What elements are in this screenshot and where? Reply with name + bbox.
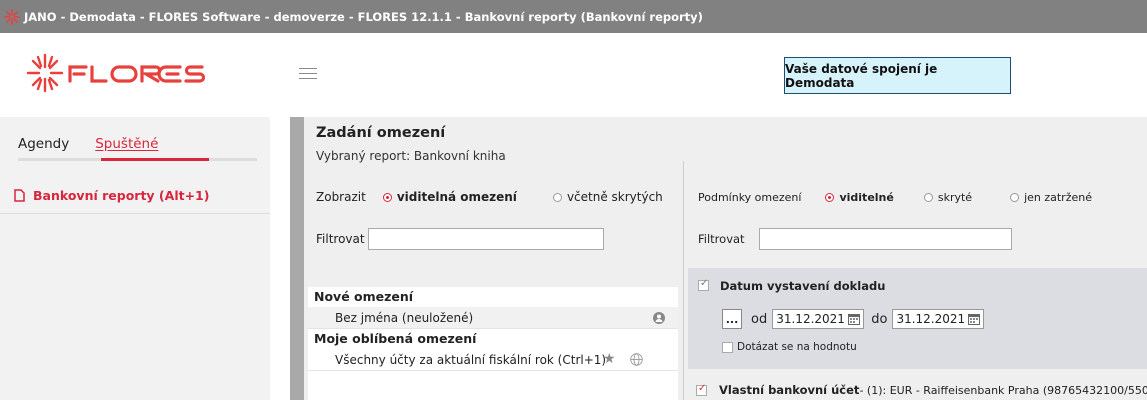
to-label: do	[871, 311, 888, 327]
list-group-header: Moje oblíbená omezení	[314, 331, 477, 346]
sidebar-item-label: Bankovní reporty (Alt+1)	[33, 187, 210, 203]
from-label: od	[751, 311, 768, 327]
menu-hamburger-icon[interactable]	[299, 67, 317, 81]
page-title: Zadání omezení	[316, 125, 446, 141]
date-to-value: 31.12.2021	[896, 312, 966, 326]
tabs-underline	[18, 158, 257, 161]
left-filter-input[interactable]	[367, 228, 604, 250]
list-item-unsaved[interactable]: Bez jména (neuložené)	[308, 307, 678, 329]
radio-hidden-label: skryté	[937, 191, 973, 204]
show-options: Zobrazit viditelná omezení včetně skrytý…	[316, 190, 663, 204]
radio-visible-conditions[interactable]: viditelné	[825, 191, 894, 204]
left-filter: Filtrovat	[316, 228, 604, 250]
radio-visible-label: viditelné	[839, 191, 894, 204]
radio-visible-restrictions[interactable]: viditelná omezení	[382, 190, 517, 204]
radio-dot-icon	[382, 192, 392, 202]
document-icon	[14, 188, 25, 202]
list-item-label: Bez jména (neuložené)	[335, 310, 474, 325]
ask-value-checkbox[interactable]	[722, 341, 733, 353]
restrictions-list: Nové omezení Bez jména (neuložené) Moje …	[308, 287, 678, 400]
radio-hidden-label: včetně skrytých	[566, 190, 663, 204]
connection-text: Vaše datové spojení je Demodata	[785, 61, 938, 90]
tab-spustene[interactable]: Spuštěné	[95, 136, 158, 152]
window-titlebar: JANO - Demodata - FLORES Software - demo…	[0, 0, 1147, 33]
radio-dot-icon	[552, 192, 562, 202]
condition-date-label: Datum vystavení dokladu	[720, 279, 886, 293]
calendar-icon[interactable]	[968, 313, 981, 325]
date-to-input[interactable]: 31.12.2021	[892, 309, 985, 329]
page-subtitle: Vybraný report: Bankovní kniha	[316, 149, 506, 163]
radio-hidden-conditions[interactable]: skryté	[923, 191, 973, 204]
list-item-favorite[interactable]: Všechny účty za aktuální fiskální rok (C…	[308, 349, 678, 371]
column-separator	[683, 161, 684, 400]
radio-dot-icon	[923, 193, 933, 202]
date-from-value: 31.12.2021	[776, 312, 845, 326]
window-title: JANO - Demodata - FLORES Software - demo…	[24, 9, 703, 24]
right-filter: Filtrovat	[698, 228, 1012, 250]
radio-dot-icon	[1010, 193, 1020, 202]
condition-bank-label: Vlastní bankovní účet	[719, 383, 860, 397]
ask-value-row[interactable]: Dotázat se na hodnotu	[722, 341, 857, 353]
connection-info-box: Vaše datové spojení je Demodata	[784, 57, 1011, 94]
show-label: Zobrazit	[316, 190, 366, 204]
condition-bank-detail: - (1): EUR - Raiffeisenbank Praha (98765…	[859, 383, 1147, 397]
filter-label: Filtrovat	[698, 232, 745, 246]
panel-splitter[interactable]	[290, 117, 304, 400]
condition-options: Podmínky omezení viditelné skryté jen za…	[698, 191, 1092, 204]
main-panel: Zadání omezení Vybraný report: Bankovní …	[304, 117, 1147, 400]
right-filter-input[interactable]	[758, 228, 1012, 250]
user-circle-icon	[653, 312, 665, 324]
flores-app-icon	[4, 8, 20, 25]
globe-icon[interactable]	[630, 353, 643, 366]
flores-logo-graphic	[26, 53, 206, 93]
sidebar-item-bankovni-reporty[interactable]: Bankovní reporty (Alt+1)	[0, 177, 270, 214]
tab-agendy[interactable]: Agendy	[18, 136, 69, 152]
star-icon[interactable]: ★	[603, 351, 616, 367]
radio-checked-label: jen zatržené	[1024, 191, 1092, 204]
panel-gap	[270, 117, 290, 400]
filter-label: Filtrovat	[316, 232, 365, 246]
date-from-input[interactable]: 31.12.2021	[772, 309, 865, 329]
flores-logo	[26, 53, 226, 93]
sidebar: Agendy Spuštěné Bankovní reporty (Alt+1)	[0, 117, 270, 400]
date-range-row: ... od 31.12.2021 do 31.12.2021	[722, 309, 985, 329]
radio-include-hidden[interactable]: včetně skrytých	[552, 190, 663, 204]
date-options-button[interactable]: ...	[722, 309, 742, 329]
radio-dot-icon	[825, 193, 835, 202]
list-item-label: Všechny účty za aktuální fiskální rok (C…	[335, 352, 607, 367]
list-group-header: Nové omezení	[314, 289, 414, 304]
condition-bank-account: Vlastní bankovní účet - (1): EUR - Raiff…	[696, 383, 1147, 397]
condition-date-issued: Datum vystavení dokladu ... od 31.12.202…	[688, 268, 1147, 369]
conditions-label: Podmínky omezení	[698, 191, 802, 204]
ask-value-label: Dotázat se na hodnotu	[737, 341, 857, 353]
radio-visible-label: viditelná omezení	[396, 190, 517, 204]
calendar-icon[interactable]	[848, 313, 861, 325]
radio-only-checked[interactable]: jen zatržené	[1010, 191, 1092, 204]
app-header: Vaše datové spojení je Demodata	[0, 33, 1147, 117]
sidebar-tabs: Agendy Spuštěné	[18, 136, 184, 152]
condition-bank-checkbox[interactable]	[696, 383, 707, 396]
condition-date-checkbox[interactable]	[698, 278, 709, 291]
